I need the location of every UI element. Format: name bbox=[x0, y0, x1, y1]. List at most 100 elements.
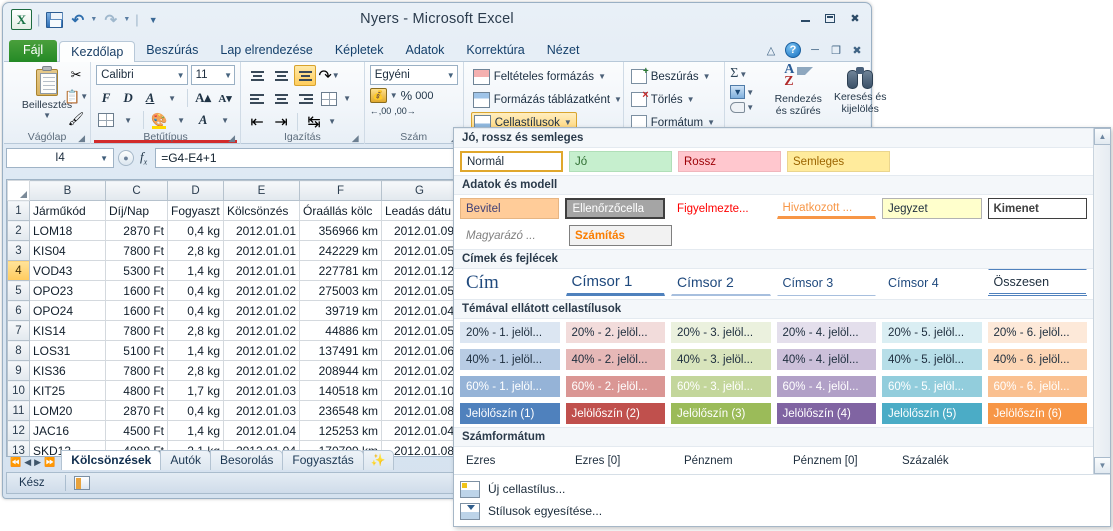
sheet-tab-kolcsonzesek[interactable]: Kölcsönzések bbox=[61, 450, 162, 470]
copy-icon[interactable]: 📋 ▼ bbox=[64, 88, 88, 105]
alignment-dialog-launcher[interactable]: ◢ bbox=[351, 132, 361, 143]
cell-B1[interactable]: Járműkód bbox=[29, 200, 106, 221]
autosum-caret-icon[interactable]: ▼ bbox=[739, 70, 747, 79]
cell-G2[interactable]: 2012.01.09 bbox=[381, 220, 458, 241]
fill-button[interactable]: ▼ ▼ bbox=[730, 85, 754, 99]
cell-B3[interactable]: KIS04 bbox=[29, 240, 106, 261]
thousands-button[interactable]: 000 bbox=[415, 90, 433, 102]
row-header-12[interactable]: 12 bbox=[7, 420, 30, 441]
number-format-combo[interactable]: Egyéni ▼ bbox=[369, 65, 458, 85]
cell-C10[interactable]: 4800 Ft bbox=[105, 380, 168, 401]
style-penznem-0[interactable]: Pénznem [0] bbox=[787, 450, 890, 471]
cell-E6[interactable]: 2012.01.02 bbox=[223, 300, 300, 321]
cell-D4[interactable]: 1,4 kg bbox=[167, 260, 224, 281]
cell-E2[interactable]: 2012.01.01 bbox=[223, 220, 300, 241]
style-szazalek[interactable]: Százalék bbox=[896, 450, 999, 471]
wrap-text-button[interactable]: ↹ bbox=[303, 111, 325, 132]
cell-C12[interactable]: 4500 Ft bbox=[105, 420, 168, 441]
cell-F4[interactable]: 227781 km bbox=[299, 260, 382, 281]
clear-caret-icon[interactable]: ▼ bbox=[746, 103, 754, 112]
cell-F2[interactable]: 356966 km bbox=[299, 220, 382, 241]
cell-F9[interactable]: 208944 km bbox=[299, 360, 382, 381]
shrink-font-button[interactable]: A▾ bbox=[215, 88, 235, 108]
cell-styles-caret-icon[interactable]: ▼ bbox=[564, 118, 572, 127]
bold-button[interactable]: F bbox=[96, 88, 116, 108]
cell-B7[interactable]: KIS14 bbox=[29, 320, 106, 341]
name-box-caret-icon[interactable]: ▼ bbox=[100, 154, 108, 163]
style-accent-6[interactable]: Jelölőszín (6) bbox=[987, 403, 1087, 424]
style-ezres-0[interactable]: Ezres [0] bbox=[569, 450, 672, 471]
cell-E1[interactable]: Kölcsönzés bbox=[223, 200, 300, 221]
find-select-button[interactable]: Keresés és kijelölés bbox=[829, 65, 891, 115]
cell-E3[interactable]: 2012.01.01 bbox=[223, 240, 300, 261]
col-header-C[interactable]: C bbox=[105, 180, 168, 201]
select-all-corner[interactable] bbox=[7, 180, 30, 201]
row-header-10[interactable]: 10 bbox=[7, 380, 30, 401]
font-name-caret-icon[interactable]: ▼ bbox=[174, 71, 185, 80]
style-accent40-4[interactable]: 40% - 4. jelöl... bbox=[776, 349, 876, 370]
style-magyarazo[interactable]: Magyarázó ... bbox=[460, 225, 563, 246]
style-cimsor-1[interactable]: Címsor 1 bbox=[565, 269, 665, 296]
style-accent20-6[interactable]: 20% - 6. jelöl... bbox=[987, 322, 1087, 343]
row-header-3[interactable]: 3 bbox=[7, 240, 30, 261]
style-accent20-2[interactable]: 20% - 2. jelöl... bbox=[565, 322, 665, 343]
align-right-button[interactable] bbox=[294, 88, 316, 109]
cut-icon[interactable]: ✂ bbox=[66, 66, 86, 83]
font-size-combo[interactable]: 11 ▼ bbox=[190, 65, 236, 85]
col-header-F[interactable]: F bbox=[299, 180, 382, 201]
gallery-scrollbar[interactable]: ▲ ▼ bbox=[1093, 128, 1111, 474]
merge-cells-button[interactable] bbox=[318, 88, 340, 109]
font-color-icon[interactable]: A bbox=[193, 110, 213, 130]
sheet-tab-autok[interactable]: Autók bbox=[160, 450, 212, 470]
style-hivatkozott[interactable]: Hivatkozott ... bbox=[776, 198, 877, 219]
style-cimsor-2[interactable]: Címsor 2 bbox=[671, 269, 771, 296]
style-accent60-3[interactable]: 60% - 3. jelöl... bbox=[671, 376, 771, 397]
style-penznem[interactable]: Pénznem bbox=[678, 450, 781, 471]
sheet-tab-fogyasztas[interactable]: Fogyasztás bbox=[282, 450, 364, 470]
delete-cells-button[interactable]: Törlés ▼ bbox=[630, 89, 695, 111]
cell-G5[interactable]: 2012.01.05 bbox=[381, 280, 458, 301]
tab-nezet[interactable]: Nézet bbox=[536, 40, 591, 62]
cell-E5[interactable]: 2012.01.02 bbox=[223, 280, 300, 301]
style-jo[interactable]: Jó bbox=[569, 151, 672, 172]
tab-kezdolap[interactable]: Kezdőlap bbox=[59, 41, 136, 63]
cell-D5[interactable]: 0,4 kg bbox=[167, 280, 224, 301]
align-top-button[interactable] bbox=[246, 65, 268, 86]
style-accent60-4[interactable]: 60% - 4. jelöl... bbox=[776, 376, 876, 397]
cell-D12[interactable]: 1,4 kg bbox=[167, 420, 224, 441]
style-normal[interactable]: Normál bbox=[460, 151, 563, 172]
style-cim[interactable]: Cím bbox=[460, 269, 560, 296]
cell-E7[interactable]: 2012.01.02 bbox=[223, 320, 300, 341]
cell-G12[interactable]: 2012.01.04 bbox=[381, 420, 458, 441]
cell-C2[interactable]: 2870 Ft bbox=[105, 220, 168, 241]
cell-C1[interactable]: Díj/Nap bbox=[105, 200, 168, 221]
cell-G7[interactable]: 2012.01.05 bbox=[381, 320, 458, 341]
cell-F8[interactable]: 137491 km bbox=[299, 340, 382, 361]
format-as-table-button[interactable]: Formázás táblázatként ▼ bbox=[471, 89, 626, 110]
name-box[interactable]: I4 ▼ bbox=[6, 148, 114, 168]
style-ellenorzocella[interactable]: Ellenőrzőcella bbox=[565, 198, 666, 219]
font-color-dropdown-icon[interactable]: ▼ bbox=[215, 110, 235, 130]
row-header-6[interactable]: 6 bbox=[7, 300, 30, 321]
fill-color-icon[interactable]: 🎨 bbox=[149, 110, 169, 130]
italic-button[interactable]: D bbox=[118, 88, 138, 108]
increase-indent-button[interactable]: ⇥ bbox=[270, 111, 292, 132]
new-cell-style-menu-item[interactable]: Új cellastílus... bbox=[454, 478, 1110, 500]
borders-dropdown-icon[interactable]: ▼ bbox=[118, 110, 138, 130]
conditional-formatting-caret-icon[interactable]: ▼ bbox=[598, 72, 606, 81]
collapse-ribbon-icon[interactable]: △ bbox=[764, 43, 778, 57]
cell-G9[interactable]: 2012.01.02 bbox=[381, 360, 458, 381]
col-header-G[interactable]: G bbox=[381, 180, 458, 201]
style-accent-2[interactable]: Jelölőszín (2) bbox=[565, 403, 665, 424]
style-cimsor-3[interactable]: Címsor 3 bbox=[776, 269, 876, 296]
fill-color-dropdown-icon[interactable]: ▼ bbox=[171, 110, 191, 130]
style-accent-4[interactable]: Jelölőszín (4) bbox=[776, 403, 876, 424]
orientation-button[interactable]: ↷ ▼ bbox=[318, 65, 340, 86]
cell-F5[interactable]: 275003 km bbox=[299, 280, 382, 301]
style-accent40-2[interactable]: 40% - 2. jelöl... bbox=[565, 349, 665, 370]
cell-C9[interactable]: 7800 Ft bbox=[105, 360, 168, 381]
underline-dropdown-icon[interactable]: ▼ bbox=[162, 88, 182, 108]
style-accent-3[interactable]: Jelölőszín (3) bbox=[671, 403, 771, 424]
currency-dropdown-icon[interactable]: ▼ bbox=[390, 91, 398, 100]
cell-E12[interactable]: 2012.01.04 bbox=[223, 420, 300, 441]
